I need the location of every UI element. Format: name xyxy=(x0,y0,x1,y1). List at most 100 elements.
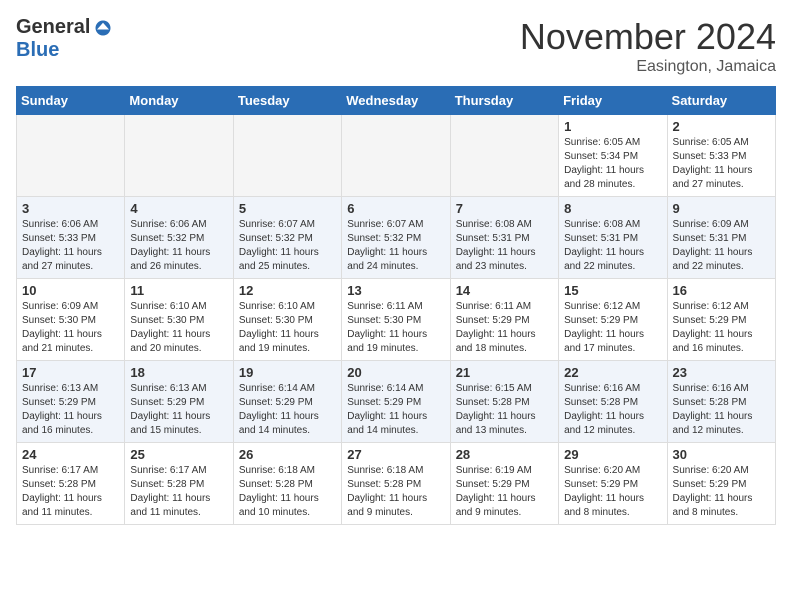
day-number: 24 xyxy=(22,447,119,462)
day-info: Sunrise: 6:17 AM Sunset: 5:28 PM Dayligh… xyxy=(130,464,227,520)
day-number: 25 xyxy=(130,447,227,462)
day-number: 15 xyxy=(564,283,661,298)
calendar-day-6: 6 Sunrise: 6:07 AM Sunset: 5:32 PM Daylig… xyxy=(342,197,450,279)
weekday-header-tuesday: Tuesday xyxy=(233,87,341,115)
day-info: Sunrise: 6:11 AM Sunset: 5:29 PM Dayligh… xyxy=(456,300,553,356)
calendar-day-28: 28 Sunrise: 6:19 AM Sunset: 5:29 PM Dayli… xyxy=(450,443,558,525)
day-info: Sunrise: 6:10 AM Sunset: 5:30 PM Dayligh… xyxy=(130,300,227,356)
calendar-day-17: 17 Sunrise: 6:13 AM Sunset: 5:29 PM Dayli… xyxy=(17,361,125,443)
day-number: 29 xyxy=(564,447,661,462)
day-info: Sunrise: 6:17 AM Sunset: 5:28 PM Dayligh… xyxy=(22,464,119,520)
calendar-day-23: 23 Sunrise: 6:16 AM Sunset: 5:28 PM Dayli… xyxy=(667,361,775,443)
calendar-day-14: 14 Sunrise: 6:11 AM Sunset: 5:29 PM Dayli… xyxy=(450,279,558,361)
day-info: Sunrise: 6:20 AM Sunset: 5:29 PM Dayligh… xyxy=(673,464,770,520)
day-number: 4 xyxy=(130,201,227,216)
day-info: Sunrise: 6:13 AM Sunset: 5:29 PM Dayligh… xyxy=(22,382,119,438)
calendar-day-13: 13Sunrise: 6:11 AM Sunset: 5:30 PM Dayli… xyxy=(342,279,450,361)
day-info: Sunrise: 6:13 AM Sunset: 5:29 PM Dayligh… xyxy=(130,382,227,438)
logo: General Blue xyxy=(16,16,112,62)
day-info: Sunrise: 6:07 AM Sunset: 5:32 PM Dayligh… xyxy=(347,218,444,274)
day-number: 28 xyxy=(456,447,553,462)
calendar-day-4: 4 Sunrise: 6:06 AM Sunset: 5:32 PM Daylig… xyxy=(125,197,233,279)
day-info: Sunrise: 6:05 AM Sunset: 5:34 PM Dayligh… xyxy=(564,136,661,192)
logo-general: General xyxy=(16,16,90,39)
day-info: Sunrise: 6:09 AM Sunset: 5:30 PM Dayligh… xyxy=(22,300,119,356)
title-block: November 2024 Easington, Jamaica xyxy=(520,16,776,76)
day-info: Sunrise: 6:06 AM Sunset: 5:33 PM Dayligh… xyxy=(22,218,119,274)
calendar-day-24: 24 Sunrise: 6:17 AM Sunset: 5:28 PM Dayli… xyxy=(17,443,125,525)
day-number: 14 xyxy=(456,283,553,298)
calendar-day-30: 30 Sunrise: 6:20 AM Sunset: 5:29 PM Dayli… xyxy=(667,443,775,525)
day-number: 9 xyxy=(673,201,770,216)
day-number: 7 xyxy=(456,201,553,216)
calendar-day-19: 19Sunrise: 6:14 AM Sunset: 5:29 PM Dayli… xyxy=(233,361,341,443)
calendar-week-3: 10Sunrise: 6:09 AM Sunset: 5:30 PM Dayli… xyxy=(17,279,776,361)
day-number: 1 xyxy=(564,119,661,134)
day-info: Sunrise: 6:10 AM Sunset: 5:30 PM Dayligh… xyxy=(239,300,336,356)
day-info: Sunrise: 6:11 AM Sunset: 5:30 PM Dayligh… xyxy=(347,300,444,356)
day-number: 21 xyxy=(456,365,553,380)
calendar-empty-cell xyxy=(125,115,233,197)
day-number: 30 xyxy=(673,447,770,462)
calendar-day-26: 26 Sunrise: 6:18 AM Sunset: 5:28 PM Dayli… xyxy=(233,443,341,525)
day-number: 23 xyxy=(673,365,770,380)
day-info: Sunrise: 6:18 AM Sunset: 5:28 PM Dayligh… xyxy=(347,464,444,520)
day-info: Sunrise: 6:19 AM Sunset: 5:29 PM Dayligh… xyxy=(456,464,553,520)
calendar-day-5: 5 Sunrise: 6:07 AM Sunset: 5:32 PM Daylig… xyxy=(233,197,341,279)
day-info: Sunrise: 6:16 AM Sunset: 5:28 PM Dayligh… xyxy=(673,382,770,438)
day-number: 5 xyxy=(239,201,336,216)
calendar-table: SundayMondayTuesdayWednesdayThursdayFrid… xyxy=(16,86,776,525)
day-info: Sunrise: 6:05 AM Sunset: 5:33 PM Dayligh… xyxy=(673,136,770,192)
calendar-day-9: 9Sunrise: 6:09 AM Sunset: 5:31 PM Daylig… xyxy=(667,197,775,279)
weekday-header-row: SundayMondayTuesdayWednesdayThursdayFrid… xyxy=(17,87,776,115)
day-number: 3 xyxy=(22,201,119,216)
calendar-day-2: 2 Sunrise: 6:05 AM Sunset: 5:33 PM Daylig… xyxy=(667,115,775,197)
day-number: 6 xyxy=(347,201,444,216)
calendar-day-3: 3 Sunrise: 6:06 AM Sunset: 5:33 PM Daylig… xyxy=(17,197,125,279)
logo-icon xyxy=(94,19,112,37)
day-number: 20 xyxy=(347,365,444,380)
calendar-day-8: 8Sunrise: 6:08 AM Sunset: 5:31 PM Daylig… xyxy=(559,197,667,279)
calendar-day-18: 18 Sunrise: 6:13 AM Sunset: 5:29 PM Dayli… xyxy=(125,361,233,443)
day-number: 2 xyxy=(673,119,770,134)
weekday-header-friday: Friday xyxy=(559,87,667,115)
page-header: General Blue November 2024 Easington, Ja… xyxy=(16,16,776,76)
calendar-empty-cell xyxy=(342,115,450,197)
calendar-empty-cell xyxy=(233,115,341,197)
month-title: November 2024 xyxy=(520,16,776,58)
calendar-day-21: 21 Sunrise: 6:15 AM Sunset: 5:28 PM Dayli… xyxy=(450,361,558,443)
calendar-week-2: 3 Sunrise: 6:06 AM Sunset: 5:33 PM Daylig… xyxy=(17,197,776,279)
calendar-day-10: 10Sunrise: 6:09 AM Sunset: 5:30 PM Dayli… xyxy=(17,279,125,361)
weekday-header-monday: Monday xyxy=(125,87,233,115)
calendar-day-29: 29Sunrise: 6:20 AM Sunset: 5:29 PM Dayli… xyxy=(559,443,667,525)
logo-blue: Blue xyxy=(16,39,59,62)
day-info: Sunrise: 6:16 AM Sunset: 5:28 PM Dayligh… xyxy=(564,382,661,438)
day-info: Sunrise: 6:08 AM Sunset: 5:31 PM Dayligh… xyxy=(456,218,553,274)
calendar-empty-cell xyxy=(450,115,558,197)
weekday-header-sunday: Sunday xyxy=(17,87,125,115)
day-number: 16 xyxy=(673,283,770,298)
day-number: 17 xyxy=(22,365,119,380)
day-info: Sunrise: 6:06 AM Sunset: 5:32 PM Dayligh… xyxy=(130,218,227,274)
calendar-day-16: 16Sunrise: 6:12 AM Sunset: 5:29 PM Dayli… xyxy=(667,279,775,361)
day-number: 18 xyxy=(130,365,227,380)
day-info: Sunrise: 6:14 AM Sunset: 5:29 PM Dayligh… xyxy=(239,382,336,438)
day-info: Sunrise: 6:14 AM Sunset: 5:29 PM Dayligh… xyxy=(347,382,444,438)
calendar-empty-cell xyxy=(17,115,125,197)
day-info: Sunrise: 6:18 AM Sunset: 5:28 PM Dayligh… xyxy=(239,464,336,520)
calendar-day-27: 27Sunrise: 6:18 AM Sunset: 5:28 PM Dayli… xyxy=(342,443,450,525)
day-info: Sunrise: 6:08 AM Sunset: 5:31 PM Dayligh… xyxy=(564,218,661,274)
calendar-day-15: 15Sunrise: 6:12 AM Sunset: 5:29 PM Dayli… xyxy=(559,279,667,361)
day-number: 22 xyxy=(564,365,661,380)
calendar-week-4: 17 Sunrise: 6:13 AM Sunset: 5:29 PM Dayli… xyxy=(17,361,776,443)
calendar-day-1: 1 Sunrise: 6:05 AM Sunset: 5:34 PM Daylig… xyxy=(559,115,667,197)
weekday-header-wednesday: Wednesday xyxy=(342,87,450,115)
day-info: Sunrise: 6:07 AM Sunset: 5:32 PM Dayligh… xyxy=(239,218,336,274)
day-number: 26 xyxy=(239,447,336,462)
weekday-header-thursday: Thursday xyxy=(450,87,558,115)
day-info: Sunrise: 6:15 AM Sunset: 5:28 PM Dayligh… xyxy=(456,382,553,438)
calendar-day-20: 20 Sunrise: 6:14 AM Sunset: 5:29 PM Dayli… xyxy=(342,361,450,443)
calendar-day-7: 7 Sunrise: 6:08 AM Sunset: 5:31 PM Daylig… xyxy=(450,197,558,279)
location-subtitle: Easington, Jamaica xyxy=(520,58,776,76)
calendar-day-12: 12Sunrise: 6:10 AM Sunset: 5:30 PM Dayli… xyxy=(233,279,341,361)
